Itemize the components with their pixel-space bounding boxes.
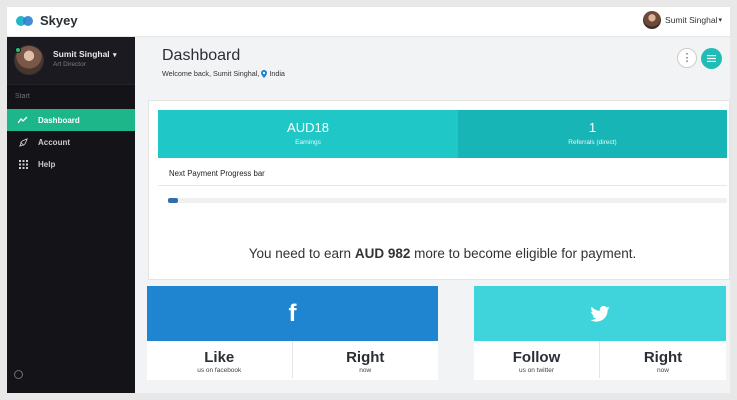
sidebar-section-label: Start	[15, 93, 30, 100]
card-footer	[147, 380, 438, 393]
earnings-stat: AUD18 Earnings	[158, 110, 458, 158]
sidebar-item-account[interactable]: Account	[7, 131, 135, 153]
sidebar-item-label: Account	[38, 137, 70, 147]
referrals-stat: 1 Referrals (direct)	[458, 110, 727, 158]
user-menu[interactable]: Sumit Singhal ▾	[643, 11, 722, 29]
sidebar-nav: Dashboard Account Help	[7, 109, 135, 175]
brand-logo[interactable]: Skyey	[16, 13, 78, 28]
facebook-icon: f	[288, 299, 297, 327]
caret-down-icon: ▾	[718, 17, 722, 24]
rocket-icon	[16, 137, 30, 147]
earnings-value: AUD18	[287, 120, 329, 135]
trend-icon	[16, 116, 30, 124]
progress-fill	[168, 198, 179, 203]
more-options-button[interactable]: ⋮	[677, 48, 697, 68]
referrals-value: 1	[588, 120, 597, 135]
sidebar-item-label: Dashboard	[38, 115, 80, 125]
online-status-icon	[15, 47, 21, 53]
sidebar-item-help[interactable]: Help	[7, 153, 135, 175]
divider	[158, 185, 727, 186]
profile-name: Sumit Singhal ▾	[53, 49, 117, 59]
welcome-text: Welcome back, Sumit Singhal, India	[162, 69, 285, 78]
twitter-follow[interactable]: Follow us on twitter	[474, 341, 600, 378]
facebook-right-now[interactable]: Right now	[293, 341, 439, 378]
twitter-right-now[interactable]: Right now	[600, 341, 726, 378]
twitter-card: Follow us on twitter Right now	[474, 286, 726, 393]
top-navbar: Skyey Sumit Singhal ▾	[7, 7, 730, 37]
referrals-label: Referrals (direct)	[568, 139, 617, 146]
earnings-card: AUD18 Earnings 1 Referrals (direct) Next…	[148, 100, 730, 280]
amount-needed: AUD 982	[354, 246, 411, 261]
user-menu-name: Sumit Singhal	[665, 15, 718, 25]
app-window: Skyey Sumit Singhal ▾ Sumit Singhal ▾ Ar…	[7, 7, 730, 393]
facebook-card: f Like us on facebook Right now	[147, 286, 438, 393]
power-icon[interactable]	[14, 370, 23, 379]
facebook-like[interactable]: Like us on facebook	[147, 341, 293, 378]
hamburger-icon	[707, 55, 716, 62]
eligibility-message: You need to earn AUD 982 more to become …	[248, 246, 637, 261]
twitter-bird-icon	[590, 305, 610, 322]
avatar	[643, 11, 662, 29]
page-title: Dashboard	[162, 47, 241, 64]
sidebar-item-dashboard[interactable]: Dashboard	[7, 109, 135, 131]
payment-progress-bar	[168, 198, 727, 203]
sidebar-profile[interactable]: Sumit Singhal ▾ Art Director	[7, 37, 135, 85]
progress-label: Next Payment Progress bar	[169, 169, 265, 178]
logo-icon	[16, 15, 34, 27]
location-pin-icon	[261, 69, 268, 78]
facebook-header[interactable]: f	[147, 286, 438, 341]
sidebar: Sumit Singhal ▾ Art Director Start Dashb…	[7, 37, 135, 393]
menu-button[interactable]	[701, 48, 722, 69]
profile-role: Art Director	[53, 61, 86, 68]
grid-icon	[16, 159, 30, 169]
card-footer	[474, 380, 726, 393]
brand-name: Skyey	[40, 13, 78, 28]
earnings-label: Earnings	[295, 139, 321, 146]
twitter-header[interactable]	[474, 286, 726, 341]
sidebar-item-label: Help	[38, 159, 56, 169]
